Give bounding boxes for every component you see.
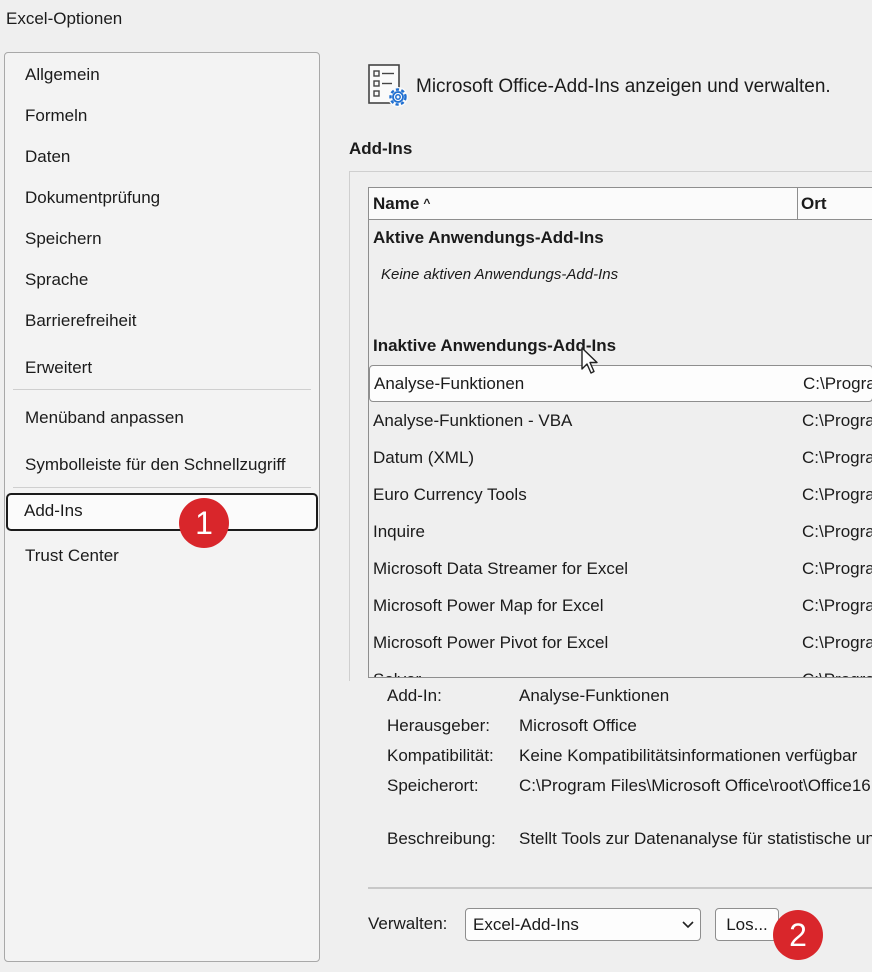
table-row[interactable]: Microsoft Power Map for Excel C:\Progra [369,587,872,624]
row-location: C:\Progra [802,633,872,652]
sidebar-item-dokumentpruefung[interactable]: Dokumentprüfung [7,180,319,216]
footer-separator [368,887,872,889]
table-row[interactable]: Solver C:\Progra [369,661,872,677]
column-header-name[interactable]: Name ^ [369,188,798,219]
table-row[interactable]: Analyse-Funktionen C:\Progra [369,365,872,402]
sidebar-item-add-ins[interactable]: Add-Ins [6,493,318,531]
panel-border [349,171,872,172]
manage-dropdown[interactable]: Excel-Add-Ins [465,908,701,941]
detail-compat-label: Kompatibilität: [387,746,494,765]
detail-location-value: C:\Program Files\Microsoft Office\root\O… [519,776,871,795]
detail-location-label: Speicherort: [387,776,479,795]
page-heading: Microsoft Office-Add-Ins anzeigen und ve… [416,76,831,97]
table-row[interactable]: Datum (XML) C:\Progra [369,439,872,476]
row-name: Euro Currency Tools [373,485,527,504]
panel-border [349,171,350,681]
row-location: C:\Progra [802,448,872,467]
row-name: Analyse-Funktionen - VBA [373,411,573,430]
addins-list[interactable]: Name ^ Ort Aktive Anwendungs-Add-Ins Kein… [368,187,872,678]
row-location: C:\Progra [803,374,872,393]
table-row[interactable]: Analyse-Funktionen - VBA C:\Progra [369,402,872,439]
row-name: Microsoft Data Streamer for Excel [373,559,629,578]
options-sidebar: Allgemein Formeln Daten Dokumentprüfung … [4,52,320,962]
table-row[interactable]: Euro Currency Tools C:\Progra [369,476,872,513]
sidebar-item-barrierefreiheit[interactable]: Barrierefreiheit [7,303,319,339]
list-header: Name ^ Ort [369,188,872,220]
sidebar-separator [13,487,311,488]
detail-description-label: Beschreibung: [387,829,496,848]
empty-active-note: Keine aktiven Anwendungs-Add-Ins [381,266,619,283]
annotation-badge-1: 1 [179,498,229,548]
sidebar-item-trust-center[interactable]: Trust Center [7,538,319,574]
group-active-heading: Aktive Anwendungs-Add-Ins [373,228,604,247]
row-location: C:\Progra [802,411,872,430]
table-row[interactable]: Microsoft Power Pivot for Excel C:\Progr… [369,624,872,661]
table-row[interactable]: Microsoft Data Streamer for Excel C:\Pro… [369,550,872,587]
sidebar-item-allgemein[interactable]: Allgemein [7,57,319,93]
detail-addin-label: Add-In: [387,686,442,705]
table-row[interactable]: Inquire C:\Progra [369,513,872,550]
detail-description-value: Stellt Tools zur Datenanalyse für statis… [519,829,872,848]
sidebar-separator [13,389,311,390]
row-name: Solver [373,661,421,677]
row-location: C:\Progra [802,596,872,615]
column-header-ort[interactable]: Ort [799,188,827,219]
sidebar-item-speichern[interactable]: Speichern [7,221,319,257]
sidebar-item-daten[interactable]: Daten [7,139,319,175]
row-location: C:\Progra [802,522,872,541]
row-name: Microsoft Power Map for Excel [373,596,604,615]
sidebar-item-menueband[interactable]: Menüband anpassen [7,400,319,436]
sidebar-item-schnellzugriff[interactable]: Symbolleiste für den Schnellzugriff [7,447,319,483]
column-name-label: Name [373,194,420,213]
mouse-cursor-icon [581,347,598,374]
detail-publisher-label: Herausgeber: [387,716,491,735]
manage-dropdown-value: Excel-Add-Ins [473,915,579,934]
sort-ascending-icon: ^ [423,196,431,210]
sidebar-item-sprache[interactable]: Sprache [7,262,319,298]
addins-settings-icon [368,64,408,107]
chevron-down-icon [682,921,694,929]
go-button[interactable]: Los... [715,908,779,941]
sidebar-item-erweitert[interactable]: Erweitert [7,350,319,386]
row-location: C:\Progra [802,485,872,504]
detail-addin-value: Analyse-Funktionen [519,686,670,705]
row-location: C:\Progra [802,661,872,677]
section-title: Add-Ins [349,139,413,158]
detail-compat-value: Keine Kompatibilitätsinformationen verfü… [519,746,858,765]
row-name: Analyse-Funktionen [374,374,525,393]
row-name: Datum (XML) [373,448,475,467]
row-name: Microsoft Power Pivot for Excel [373,633,609,652]
row-location: C:\Progra [802,559,872,578]
sidebar-item-formeln[interactable]: Formeln [7,98,319,134]
row-name: Inquire [373,522,425,541]
manage-label: Verwalten: [368,914,448,933]
window-title: Excel-Optionen [6,9,123,28]
annotation-badge-2: 2 [773,910,823,960]
detail-publisher-value: Microsoft Office [519,716,637,735]
